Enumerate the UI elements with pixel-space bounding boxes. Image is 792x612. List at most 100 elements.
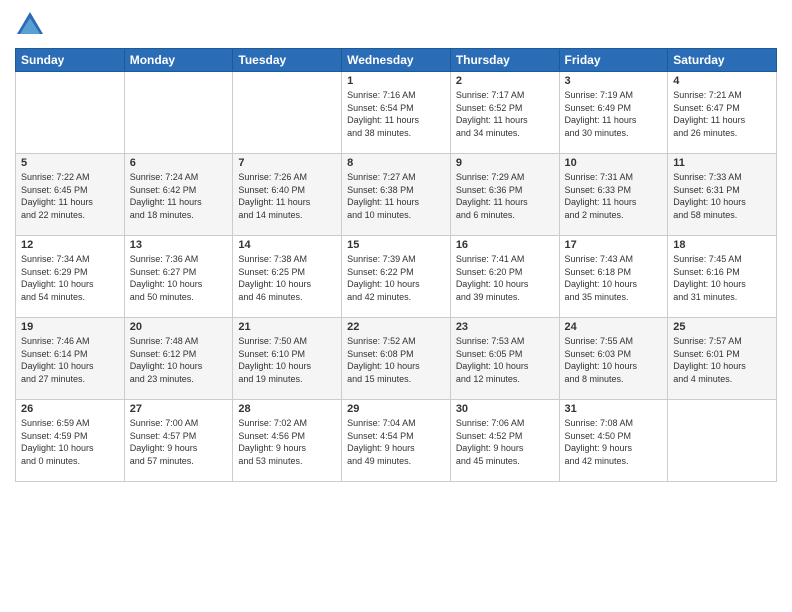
cell-content: Sunrise: 7:34 AM Sunset: 6:29 PM Dayligh… (21, 253, 119, 303)
day-number: 19 (21, 321, 119, 333)
week-row: 1 Sunrise: 7:16 AM Sunset: 6:54 PM Daylig… (16, 72, 777, 154)
cell-content: Sunrise: 7:57 AM Sunset: 6:01 PM Dayligh… (673, 335, 771, 385)
cell-content: Sunrise: 7:31 AM Sunset: 6:33 PM Dayligh… (565, 171, 663, 221)
cell-content: Sunrise: 7:46 AM Sunset: 6:14 PM Dayligh… (21, 335, 119, 385)
day-header-tuesday: Tuesday (233, 49, 342, 72)
calendar-cell (124, 72, 233, 154)
cell-content: Sunrise: 7:36 AM Sunset: 6:27 PM Dayligh… (130, 253, 228, 303)
day-number: 6 (130, 157, 228, 169)
logo-icon (15, 10, 45, 40)
cell-content: Sunrise: 7:50 AM Sunset: 6:10 PM Dayligh… (238, 335, 336, 385)
calendar-cell: 29 Sunrise: 7:04 AM Sunset: 4:54 PM Dayli… (342, 400, 451, 482)
cell-content: Sunrise: 7:02 AM Sunset: 4:56 PM Dayligh… (238, 417, 336, 467)
day-number: 8 (347, 157, 445, 169)
day-header-wednesday: Wednesday (342, 49, 451, 72)
calendar-cell: 25 Sunrise: 7:57 AM Sunset: 6:01 PM Dayli… (668, 318, 777, 400)
day-number: 29 (347, 403, 445, 415)
day-header-monday: Monday (124, 49, 233, 72)
day-number: 3 (565, 75, 663, 87)
day-number: 30 (456, 403, 554, 415)
calendar-cell: 27 Sunrise: 7:00 AM Sunset: 4:57 PM Dayli… (124, 400, 233, 482)
calendar-cell: 6 Sunrise: 7:24 AM Sunset: 6:42 PM Daylig… (124, 154, 233, 236)
day-number: 11 (673, 157, 771, 169)
week-row: 12Sunrise: 7:34 AM Sunset: 6:29 PM Dayli… (16, 236, 777, 318)
calendar-cell: 1 Sunrise: 7:16 AM Sunset: 6:54 PM Daylig… (342, 72, 451, 154)
day-number: 9 (456, 157, 554, 169)
calendar-cell: 26 Sunrise: 6:59 AM Sunset: 4:59 PM Dayli… (16, 400, 125, 482)
calendar-cell: 19 Sunrise: 7:46 AM Sunset: 6:14 PM Dayli… (16, 318, 125, 400)
cell-content: Sunrise: 7:33 AM Sunset: 6:31 PM Dayligh… (673, 171, 771, 221)
cell-content: Sunrise: 7:24 AM Sunset: 6:42 PM Dayligh… (130, 171, 228, 221)
cell-content: Sunrise: 6:59 AM Sunset: 4:59 PM Dayligh… (21, 417, 119, 467)
cell-content: Sunrise: 7:00 AM Sunset: 4:57 PM Dayligh… (130, 417, 228, 467)
day-number: 20 (130, 321, 228, 333)
day-number: 17 (565, 239, 663, 251)
days-header-row: SundayMondayTuesdayWednesdayThursdayFrid… (16, 49, 777, 72)
cell-content: Sunrise: 7:53 AM Sunset: 6:05 PM Dayligh… (456, 335, 554, 385)
calendar-cell: 5Sunrise: 7:22 AM Sunset: 6:45 PM Daylig… (16, 154, 125, 236)
day-number: 27 (130, 403, 228, 415)
calendar-header: SundayMondayTuesdayWednesdayThursdayFrid… (16, 49, 777, 72)
cell-content: Sunrise: 7:04 AM Sunset: 4:54 PM Dayligh… (347, 417, 445, 467)
cell-content: Sunrise: 7:06 AM Sunset: 4:52 PM Dayligh… (456, 417, 554, 467)
cell-content: Sunrise: 7:21 AM Sunset: 6:47 PM Dayligh… (673, 89, 771, 139)
calendar-cell: 13 Sunrise: 7:36 AM Sunset: 6:27 PM Dayli… (124, 236, 233, 318)
cell-content: Sunrise: 7:16 AM Sunset: 6:54 PM Dayligh… (347, 89, 445, 139)
day-number: 14 (238, 239, 336, 251)
calendar-cell: 20 Sunrise: 7:48 AM Sunset: 6:12 PM Dayli… (124, 318, 233, 400)
calendar-cell: 3 Sunrise: 7:19 AM Sunset: 6:49 PM Daylig… (559, 72, 668, 154)
cell-content: Sunrise: 7:27 AM Sunset: 6:38 PM Dayligh… (347, 171, 445, 221)
calendar-cell: 14 Sunrise: 7:38 AM Sunset: 6:25 PM Dayli… (233, 236, 342, 318)
day-header-saturday: Saturday (668, 49, 777, 72)
cell-content: Sunrise: 7:39 AM Sunset: 6:22 PM Dayligh… (347, 253, 445, 303)
cell-content: Sunrise: 7:41 AM Sunset: 6:20 PM Dayligh… (456, 253, 554, 303)
day-number: 10 (565, 157, 663, 169)
cell-content: Sunrise: 7:55 AM Sunset: 6:03 PM Dayligh… (565, 335, 663, 385)
calendar-cell: 23 Sunrise: 7:53 AM Sunset: 6:05 PM Dayli… (450, 318, 559, 400)
calendar-cell: 9Sunrise: 7:29 AM Sunset: 6:36 PM Daylig… (450, 154, 559, 236)
day-number: 23 (456, 321, 554, 333)
cell-content: Sunrise: 7:43 AM Sunset: 6:18 PM Dayligh… (565, 253, 663, 303)
cell-content: Sunrise: 7:48 AM Sunset: 6:12 PM Dayligh… (130, 335, 228, 385)
calendar-cell (668, 400, 777, 482)
header (15, 10, 777, 40)
cell-content: Sunrise: 7:22 AM Sunset: 6:45 PM Dayligh… (21, 171, 119, 221)
day-number: 21 (238, 321, 336, 333)
day-number: 13 (130, 239, 228, 251)
day-number: 28 (238, 403, 336, 415)
calendar-cell: 21 Sunrise: 7:50 AM Sunset: 6:10 PM Dayli… (233, 318, 342, 400)
calendar-cell: 16 Sunrise: 7:41 AM Sunset: 6:20 PM Dayli… (450, 236, 559, 318)
calendar-cell: 28 Sunrise: 7:02 AM Sunset: 4:56 PM Dayli… (233, 400, 342, 482)
day-header-sunday: Sunday (16, 49, 125, 72)
week-row: 26 Sunrise: 6:59 AM Sunset: 4:59 PM Dayli… (16, 400, 777, 482)
cell-content: Sunrise: 7:08 AM Sunset: 4:50 PM Dayligh… (565, 417, 663, 467)
calendar-cell: 15Sunrise: 7:39 AM Sunset: 6:22 PM Dayli… (342, 236, 451, 318)
day-number: 4 (673, 75, 771, 87)
day-number: 1 (347, 75, 445, 87)
calendar-cell (233, 72, 342, 154)
logo (15, 10, 49, 40)
day-header-thursday: Thursday (450, 49, 559, 72)
day-number: 16 (456, 239, 554, 251)
cell-content: Sunrise: 7:52 AM Sunset: 6:08 PM Dayligh… (347, 335, 445, 385)
calendar-cell: 8 Sunrise: 7:27 AM Sunset: 6:38 PM Daylig… (342, 154, 451, 236)
week-row: 19 Sunrise: 7:46 AM Sunset: 6:14 PM Dayli… (16, 318, 777, 400)
calendar-cell: 7Sunrise: 7:26 AM Sunset: 6:40 PM Daylig… (233, 154, 342, 236)
calendar-cell: 24 Sunrise: 7:55 AM Sunset: 6:03 PM Dayli… (559, 318, 668, 400)
calendar-cell: 10 Sunrise: 7:31 AM Sunset: 6:33 PM Dayli… (559, 154, 668, 236)
cell-content: Sunrise: 7:17 AM Sunset: 6:52 PM Dayligh… (456, 89, 554, 139)
calendar-cell: 12Sunrise: 7:34 AM Sunset: 6:29 PM Dayli… (16, 236, 125, 318)
cell-content: Sunrise: 7:38 AM Sunset: 6:25 PM Dayligh… (238, 253, 336, 303)
cell-content: Sunrise: 7:19 AM Sunset: 6:49 PM Dayligh… (565, 89, 663, 139)
day-number: 24 (565, 321, 663, 333)
calendar: SundayMondayTuesdayWednesdayThursdayFrid… (15, 48, 777, 482)
calendar-cell: 4 Sunrise: 7:21 AM Sunset: 6:47 PM Daylig… (668, 72, 777, 154)
cell-content: Sunrise: 7:45 AM Sunset: 6:16 PM Dayligh… (673, 253, 771, 303)
day-number: 26 (21, 403, 119, 415)
calendar-cell: 22Sunrise: 7:52 AM Sunset: 6:08 PM Dayli… (342, 318, 451, 400)
day-number: 25 (673, 321, 771, 333)
day-number: 7 (238, 157, 336, 169)
calendar-body: 1 Sunrise: 7:16 AM Sunset: 6:54 PM Daylig… (16, 72, 777, 482)
page: SundayMondayTuesdayWednesdayThursdayFrid… (0, 0, 792, 612)
day-number: 31 (565, 403, 663, 415)
